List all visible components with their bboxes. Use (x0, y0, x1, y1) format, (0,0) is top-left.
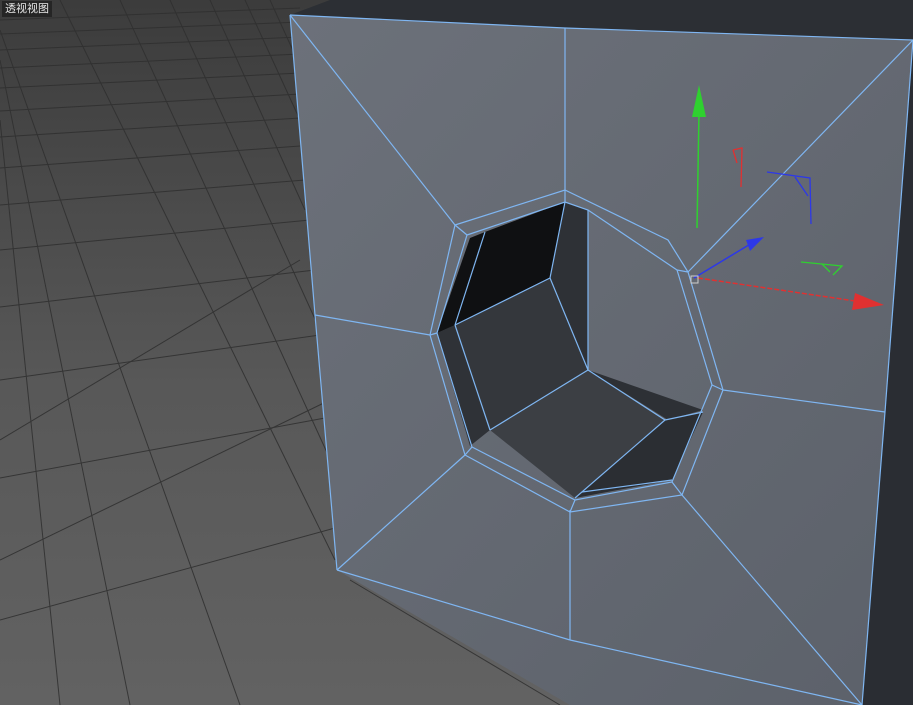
perspective-viewport[interactable]: 透视视图 (0, 0, 913, 705)
viewport-canvas[interactable] (0, 0, 913, 705)
viewport-label[interactable]: 透视视图 (2, 1, 52, 17)
